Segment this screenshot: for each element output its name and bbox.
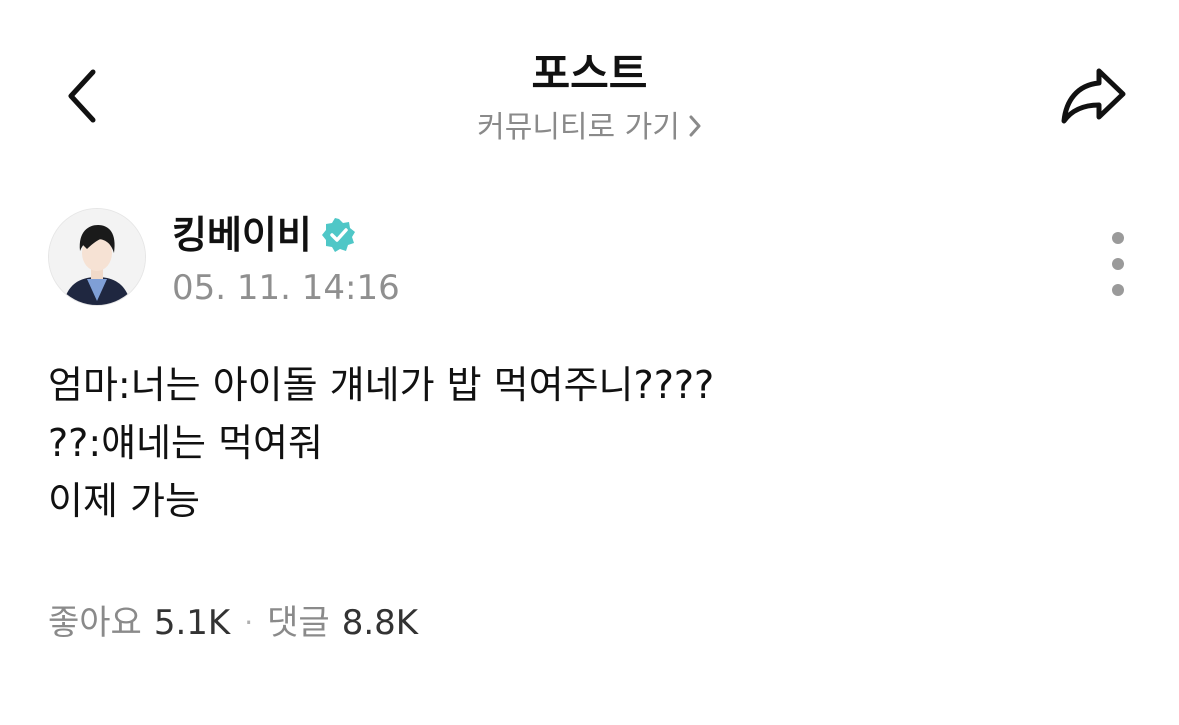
stats-separator: · [244,606,254,639]
comments-label[interactable]: 댓글 [267,598,330,648]
post-text-line: 이제 가능 [48,479,200,523]
post-stats: 좋아요 5.1K · 댓글 8.8K [48,598,418,648]
post-timestamp: 05. 11. 14:16 [172,268,400,308]
more-vertical-icon-dot [1112,284,1124,296]
avatar-image [49,209,145,305]
avatar[interactable] [48,208,146,306]
header: 포스트 커뮤니티로 가기 [0,0,1179,170]
share-button[interactable] [1052,58,1136,134]
post-body: 엄마:너는 아이돌 걔네가 밥 먹여주니???? ??:얘네는 먹여줘 이제 가… [48,356,1128,530]
page-title: 포스트 [531,49,648,98]
author-name[interactable]: 킹베이비 [172,210,312,260]
go-to-community-link[interactable]: 커뮤니티로 가기 [0,106,1179,151]
more-vertical-icon-dot [1112,232,1124,244]
author-name-line: 킹베이비 [172,210,356,260]
chevron-right-icon [688,107,702,151]
post-text-line: ??:얘네는 먹여줘 [48,421,323,465]
likes-count: 5.1K [153,603,231,643]
more-vertical-icon-dot [1112,258,1124,270]
likes-label[interactable]: 좋아요 [48,598,142,648]
community-link-label: 커뮤니티로 가기 [477,110,680,145]
more-options-button[interactable] [1098,232,1138,296]
verified-badge-icon [321,218,356,252]
share-icon [1061,68,1126,124]
comments-count: 8.8K [341,603,419,643]
author-row: 킹베이비 05. 11. 14:16 [48,208,1138,308]
post-text-line: 엄마:너는 아이돌 걔네가 밥 먹여주니???? [48,363,715,407]
